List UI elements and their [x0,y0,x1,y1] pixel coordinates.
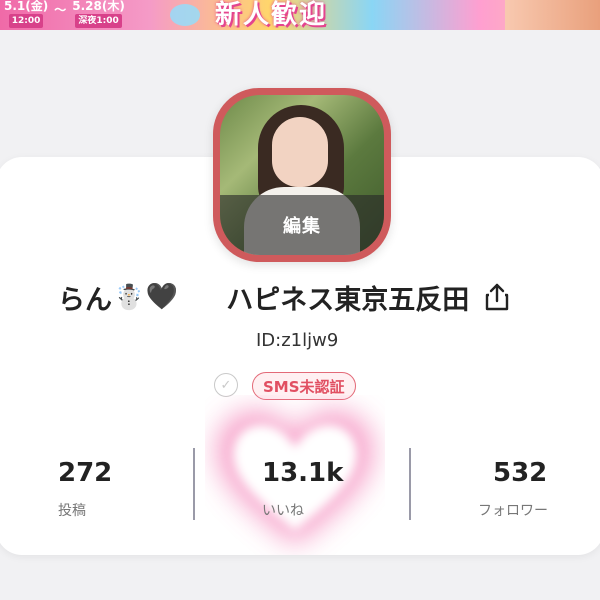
stat-posts-label: 投稿 [58,503,86,519]
avatar-photo: 編集 [220,95,384,255]
user-id: ID:z1ljw9 [256,330,339,351]
stat-posts-value[interactable]: 272 [58,458,112,488]
banner-start: 5.1(金) 12:00 [4,0,48,28]
snowman-emoji: ☃️ [114,283,144,311]
avatar-photo-face [272,117,328,187]
profile-name-row: らん ☃️ 🖤 ハピネス東京五反田 [58,277,558,317]
promo-banner[interactable]: 5.1(金) 12:00 〜 5.28(木) 深夜1:00 新人歓迎 [0,0,600,30]
banner-start-time: 12:00 [8,14,44,28]
stat-likes-value[interactable]: 13.1k [262,458,343,488]
profile-avatar[interactable]: 編集 [213,88,391,262]
stat-followers-label: フォロワー [478,503,548,519]
share-icon[interactable] [483,282,511,312]
stat-divider [193,448,195,520]
banner-event-title: 新人歓迎 [215,0,328,30]
stat-likes-label: いいね [262,503,304,519]
stat-divider [409,448,411,520]
banner-image [505,0,600,30]
banner-end-date: 5.28(木) [72,0,125,13]
banner-decoration [170,4,200,26]
check-circle-icon: ✓ [214,373,238,397]
banner-dates: 5.1(金) 12:00 〜 5.28(木) 深夜1:00 [4,0,125,30]
profile-name: らん [58,284,112,316]
banner-start-date: 5.1(金) [4,0,49,13]
avatar-edit-button[interactable]: 編集 [220,195,384,255]
black-heart-emoji: 🖤 [145,282,179,312]
banner-separator: 〜 [54,3,67,17]
banner-end-time: 深夜1:00 [75,14,122,28]
stat-followers-value[interactable]: 532 [493,458,547,488]
banner-end: 5.28(木) 深夜1:00 [72,0,125,28]
shop-name: ハピネス東京五反田 [226,284,470,316]
